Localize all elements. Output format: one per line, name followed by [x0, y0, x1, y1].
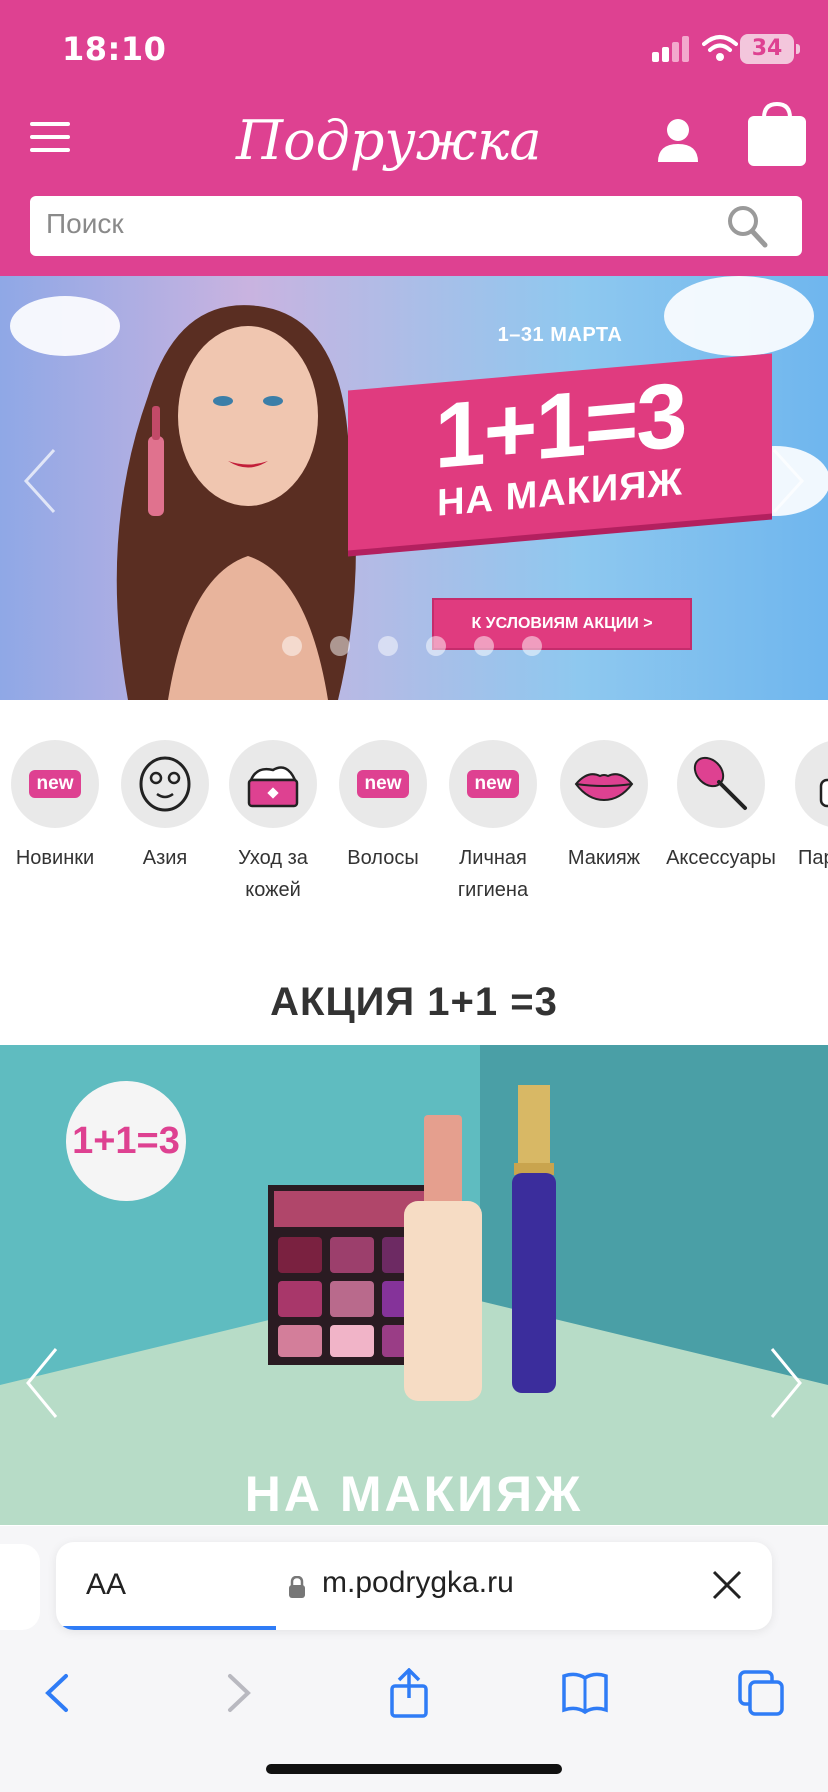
promo-dates: 1–31 МАРТА [497, 324, 623, 346]
back-icon[interactable] [34, 1668, 84, 1718]
status-bar: 18:10 34 [0, 0, 828, 100]
cellular-signal-icon [652, 36, 689, 62]
new-badge-icon: new [357, 770, 409, 798]
site-header: Подружка Поиск [0, 100, 828, 276]
search-placeholder: Поиск [46, 208, 124, 239]
category-label: Пар [798, 847, 828, 869]
category-label: Уход за кожей [238, 847, 308, 901]
url-text[interactable]: m.podrygka.ru [322, 1566, 514, 1600]
category-icon-circle [795, 740, 828, 828]
chevron-left-icon[interactable] [20, 446, 60, 516]
perfume-icon [819, 778, 828, 808]
category-icon-circle [677, 740, 765, 828]
category-icon-circle: new [449, 740, 537, 828]
category-icon-circle [560, 740, 648, 828]
category-item-accessories[interactable]: Аксессуары [666, 740, 776, 874]
home-indicator [266, 1764, 562, 1774]
category-item-new[interactable]: new Новинки [0, 740, 110, 874]
category-icon-circle: new [11, 740, 99, 828]
cart-bag-icon[interactable] [746, 102, 808, 168]
chevron-left-icon[interactable] [22, 1345, 62, 1421]
carousel-dot[interactable] [522, 636, 542, 656]
carousel-dot[interactable] [378, 636, 398, 656]
category-item-skin-care[interactable]: Уход за кожей [218, 740, 328, 906]
search-icon[interactable] [726, 204, 768, 248]
category-icon-circle: new [339, 740, 427, 828]
status-time: 18:10 [62, 30, 167, 68]
search-input[interactable]: Поиск [30, 196, 802, 256]
category-icon-circle [121, 740, 209, 828]
battery-indicator: 34 [740, 34, 800, 64]
lock-icon [289, 1576, 305, 1598]
promo-ribbon: 1+1=3 НА МАКИЯЖ [348, 353, 772, 551]
cream-jar-icon [247, 766, 299, 808]
chevron-right-icon[interactable] [766, 1345, 806, 1421]
text-size-button[interactable]: AA [86, 1568, 126, 1602]
carousel-dots [282, 636, 542, 658]
carousel-dot[interactable] [330, 636, 350, 656]
new-badge-icon: new [29, 770, 81, 798]
browser-toolbar [0, 1654, 828, 1734]
cloud-decoration [664, 276, 814, 356]
category-item-perfume[interactable]: Пар [784, 740, 828, 874]
share-icon[interactable] [384, 1668, 434, 1718]
hero-banner[interactable]: 1–31 МАРТА 1+1=3 НА МАКИЯЖ К УСЛОВИЯМ АК… [0, 276, 828, 700]
lips-icon [574, 773, 634, 802]
promo-badge: 1+1=3 [66, 1081, 186, 1201]
mascara-image [512, 1085, 556, 1393]
carousel-dot[interactable] [282, 636, 302, 656]
close-icon[interactable] [710, 1568, 744, 1602]
category-item-hair[interactable]: new Волосы [328, 740, 438, 874]
menu-icon[interactable] [30, 122, 70, 156]
category-icon-circle [229, 740, 317, 828]
forward-icon[interactable] [212, 1668, 262, 1718]
carousel-dot[interactable] [426, 636, 446, 656]
new-badge-icon: new [467, 770, 519, 798]
category-strip: new Новинки Азия Уход за кожей new Волос… [0, 740, 828, 910]
face-mask-icon [139, 756, 191, 812]
logo[interactable]: Подружка [236, 102, 542, 180]
category-item-hygiene[interactable]: new Личная гигиена [438, 740, 548, 906]
category-item-makeup[interactable]: Макияж [549, 740, 659, 874]
category-item-asia[interactable]: Азия [110, 740, 220, 874]
carousel-dot[interactable] [474, 636, 494, 656]
user-icon[interactable] [656, 116, 700, 166]
category-label: Азия [142, 847, 188, 869]
chevron-right-icon[interactable] [768, 446, 808, 516]
makeup-brush-icon [693, 756, 747, 810]
address-bar[interactable]: AA m.podrygka.ru [56, 1542, 772, 1630]
tabs-icon[interactable] [736, 1668, 786, 1718]
category-label: Аксессуары [666, 847, 776, 869]
foundation-bottle-image [404, 1115, 482, 1401]
category-label: Волосы [347, 847, 419, 869]
promo-banner[interactable]: 1+1=3 НА МАКИЯЖ [0, 1045, 828, 1525]
section-title: АКЦИЯ 1+1 =3 [270, 980, 558, 1024]
category-label: Личная гигиена [457, 847, 529, 901]
browser-bottom-bar: AA m.podrygka.ru [0, 1526, 828, 1792]
bookmarks-icon[interactable] [560, 1668, 610, 1718]
wifi-icon [702, 35, 738, 61]
promo-headline: НА МАКИЯЖ [244, 1466, 584, 1522]
category-label: Новинки [15, 847, 95, 869]
previous-tab-peek[interactable] [0, 1544, 40, 1630]
category-label: Макияж [567, 847, 641, 869]
page-load-progress [56, 1626, 276, 1630]
